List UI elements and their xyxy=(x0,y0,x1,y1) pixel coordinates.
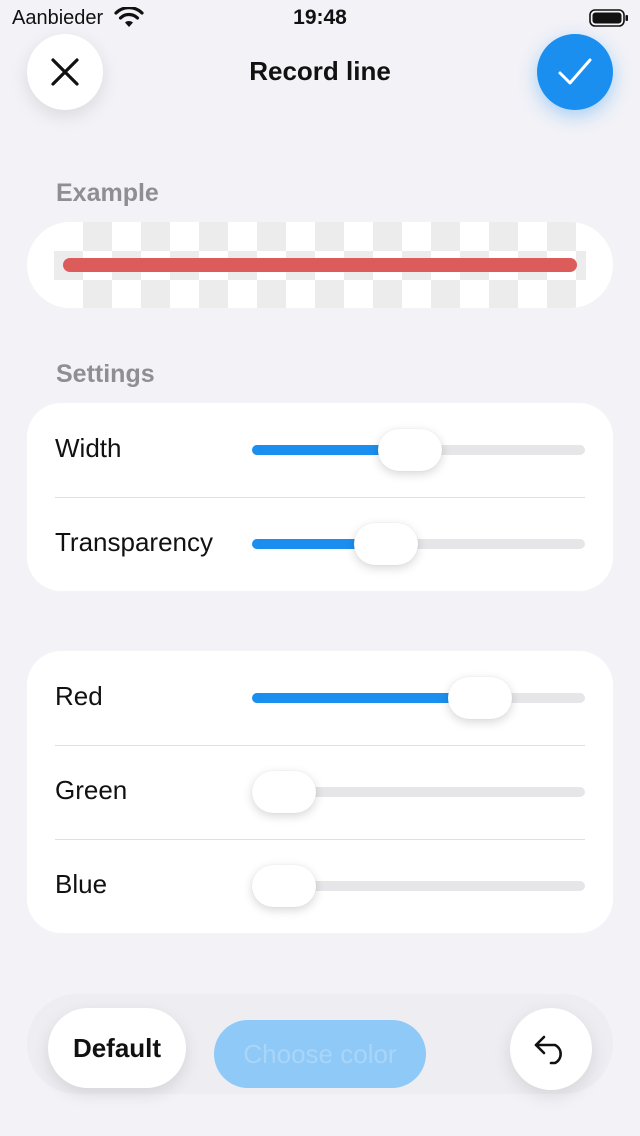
blue-slider[interactable] xyxy=(252,865,585,907)
undo-button[interactable] xyxy=(510,1008,592,1090)
transparency-slider[interactable] xyxy=(252,523,585,565)
checkmark-icon xyxy=(558,58,592,85)
slider-row-red: Red xyxy=(27,651,613,745)
battery-icon xyxy=(589,9,629,27)
confirm-button[interactable] xyxy=(537,34,613,110)
green-slider-thumb[interactable] xyxy=(252,771,316,813)
green-label: Green xyxy=(55,775,128,805)
clock: 19:48 xyxy=(293,6,347,29)
red-label: Red xyxy=(55,681,103,711)
settings-section-label: Settings xyxy=(56,360,155,388)
example-section-label: Example xyxy=(56,179,159,207)
line-sample xyxy=(63,258,577,272)
red-slider-fill xyxy=(252,693,481,703)
status-bar: Aanbieder 19:48 xyxy=(0,0,640,36)
settings-card: Width Transparency xyxy=(27,403,613,591)
red-slider-thumb[interactable] xyxy=(448,677,513,719)
slider-row-green: Green xyxy=(27,745,613,839)
blue-slider-thumb[interactable] xyxy=(252,865,316,907)
red-slider[interactable] xyxy=(252,677,585,719)
undo-icon xyxy=(534,1035,562,1065)
slider-row-blue: Blue xyxy=(27,839,613,933)
choose-color-button[interactable]: Choose color xyxy=(214,1020,426,1088)
color-card: Red Green Blue xyxy=(27,651,613,933)
slider-row-width: Width xyxy=(27,403,613,497)
transparency-label: Transparency xyxy=(55,527,213,557)
transparency-slider-thumb[interactable] xyxy=(354,523,419,565)
green-slider[interactable] xyxy=(252,771,585,813)
width-label: Width xyxy=(55,433,122,463)
slider-row-transparency: Transparency xyxy=(27,497,613,591)
width-slider-thumb[interactable] xyxy=(378,429,443,471)
blue-label: Blue xyxy=(55,869,108,899)
default-button[interactable]: Default xyxy=(48,1008,186,1088)
width-slider[interactable] xyxy=(252,429,585,471)
line-preview xyxy=(27,222,613,308)
record-line-screen: Aanbieder 19:48 Record line Example Sett… xyxy=(0,0,640,1136)
